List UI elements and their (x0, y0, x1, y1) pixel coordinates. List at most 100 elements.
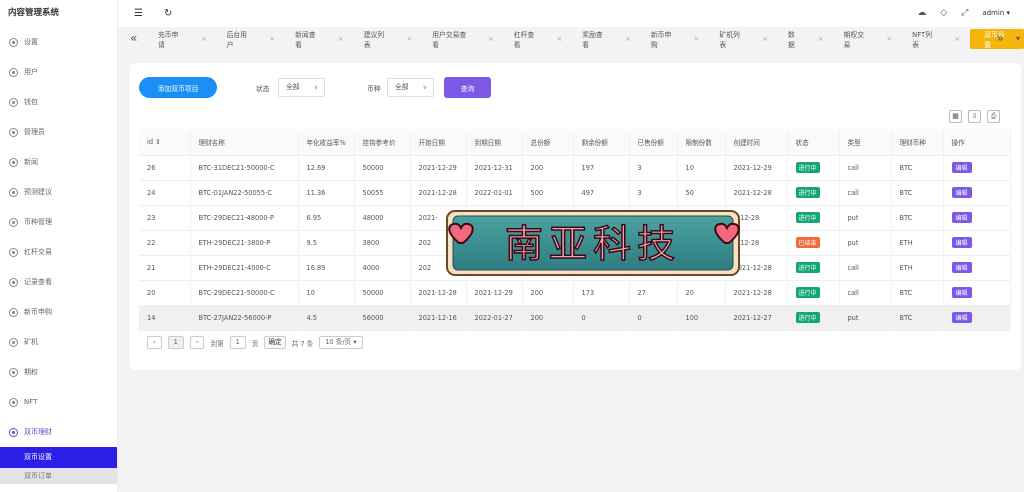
cell-type: call (839, 155, 892, 181)
tab[interactable]: 新币申购 × (641, 29, 710, 49)
next-page-icon[interactable]: › (189, 336, 205, 349)
status-select[interactable]: 全部 ∨ (278, 78, 325, 97)
cell-created: 2021-12-27 (725, 305, 788, 331)
cell-status: 进行中 (787, 280, 840, 306)
goto-page-input[interactable]: 1 (229, 336, 246, 349)
tab[interactable]: 矿机列表 × (709, 29, 778, 49)
cell-remain: 197 (573, 155, 630, 181)
sidebar-item[interactable]: 预测建议 (0, 177, 117, 207)
status-badge: 进行中 (795, 212, 820, 223)
close-icon[interactable]: × (269, 35, 275, 43)
column-header-label: 开始日期 (418, 138, 445, 147)
refresh-icon[interactable]: ↻ (164, 9, 172, 19)
theme-icon[interactable]: ☁ (917, 8, 926, 18)
cell-ref: 56000 (354, 305, 411, 331)
add-dual-coin-button[interactable]: 添加双币项目 (139, 77, 217, 98)
edit-button[interactable]: 编辑 (951, 237, 972, 248)
sidebar-item[interactable]: 杠杆交易 (0, 237, 117, 267)
sidebar-item[interactable]: 矿机 (0, 327, 117, 357)
cell-limit: 20 (677, 280, 726, 306)
tabs-next-icon[interactable]: » (997, 31, 1004, 45)
tab[interactable]: 充币申请 × (148, 29, 217, 49)
sidebar-item[interactable]: 新币申购 (0, 297, 117, 327)
chevron-down-icon: ∨ (422, 84, 427, 91)
tab[interactable]: NFT列表 × (902, 29, 970, 49)
menu-toggle-icon[interactable]: ☰ (134, 9, 143, 19)
prev-page-icon[interactable]: ‹ (147, 336, 162, 349)
sidebar-item[interactable]: 币种管理 (0, 207, 117, 237)
tab-label: 后台用户 (226, 31, 247, 49)
column-header: 年化收益率% (298, 129, 355, 156)
sidebar-item[interactable]: 期权 (0, 357, 117, 387)
user-name: admin (982, 9, 1005, 17)
close-icon[interactable]: × (625, 35, 631, 43)
column-header: 操作 (943, 129, 1011, 156)
cell-remain: 0 (573, 305, 630, 331)
close-icon[interactable]: × (954, 35, 960, 43)
close-icon[interactable]: × (818, 35, 824, 43)
coin-select[interactable]: 全部 ∨ (387, 78, 434, 97)
sidebar-item[interactable]: 记录查看 (0, 267, 117, 297)
close-icon[interactable]: × (488, 35, 494, 43)
cell-name: BTC-31DEC21-50000-C (190, 155, 299, 181)
sidebar-sub-item-dual-orders[interactable]: 双币订单 (0, 468, 117, 484)
goto-confirm-button[interactable]: 确定 (264, 336, 286, 349)
column-header: 到期日期 (466, 129, 523, 156)
sidebar-item[interactable]: 用户 (0, 57, 117, 87)
sidebar-item[interactable]: 双币理财 (0, 417, 117, 447)
cell-name: BTC-01JAN22-50055-C (190, 180, 299, 206)
cell-rate: 16.89 (298, 255, 355, 281)
sidebar-item[interactable]: 新闻 (0, 147, 117, 177)
edit-button[interactable]: 编辑 (951, 162, 972, 173)
sidebar-item[interactable]: 管理员 (0, 117, 117, 147)
tab[interactable]: 用户交易查看 × (422, 29, 503, 49)
sidebar-item[interactable]: 钱包 (0, 87, 117, 117)
cell-status: 进行中 (787, 255, 840, 281)
tab[interactable]: 新闻查看 × (285, 29, 354, 49)
close-icon[interactable]: × (694, 35, 700, 43)
close-icon[interactable]: × (762, 35, 768, 43)
sidebar-item-label: 期权 (24, 368, 38, 376)
close-icon[interactable]: × (556, 35, 562, 43)
close-icon[interactable]: × (338, 35, 344, 43)
edit-button[interactable]: 编辑 (951, 262, 972, 273)
tab[interactable]: 建议列表 × (354, 29, 423, 49)
close-icon[interactable]: × (406, 35, 412, 43)
column-header[interactable]: id ⇕ (139, 129, 191, 156)
tabs-prev-icon[interactable]: « (130, 31, 137, 45)
close-icon[interactable]: × (886, 35, 892, 43)
cell-rate: 12.69 (298, 155, 355, 181)
tag-icon[interactable]: ◇ (940, 8, 947, 18)
user-menu[interactable]: admin ▾ (982, 9, 1010, 17)
tab-label: 用户交易查看 (432, 31, 467, 49)
sort-icon[interactable]: ⇕ (155, 138, 161, 146)
sidebar-item[interactable]: NFT (0, 387, 117, 417)
tab[interactable]: 杠杆查看 × (504, 29, 573, 49)
tab-label: 矿机列表 (719, 31, 740, 49)
column-header: 理财名称 (190, 129, 299, 156)
close-icon[interactable]: × (201, 35, 207, 43)
edit-button[interactable]: 编辑 (951, 312, 972, 323)
query-button[interactable]: 查询 (444, 77, 491, 98)
tab[interactable]: 奖励查看 × (572, 29, 641, 49)
edit-button[interactable]: 编辑 (951, 212, 972, 223)
page-size-select[interactable]: 10 条/页 ▾ (319, 336, 363, 349)
print-icon[interactable]: ⎙ (987, 110, 1000, 123)
cell-id: 24 (139, 180, 191, 206)
sidebar-item[interactable]: 设置 (0, 27, 117, 57)
sidebar: 内容管理系统 设置 用户 钱包 管理员 新闻 预测建议 币种管理 杠杆交易 记录查看 新币申购 矿机… (0, 0, 118, 492)
tab[interactable]: 后台用户 × (217, 29, 286, 49)
sidebar-sub-item-dual-settings[interactable]: 双币设置 (0, 447, 117, 468)
edit-button[interactable]: 编辑 (951, 187, 972, 198)
cell-created: 2021-12-29 (725, 155, 788, 181)
tabs-dropdown-icon[interactable]: ▾ (1016, 34, 1020, 43)
cell-end: 2022-01-01 (466, 180, 523, 206)
tab[interactable]: 期权交易 × (834, 29, 903, 49)
fullscreen-icon[interactable]: ⤢ (961, 8, 968, 18)
tab[interactable]: 数据 × (778, 29, 834, 49)
edit-button[interactable]: 编辑 (951, 287, 972, 298)
current-page[interactable]: 1 (167, 336, 184, 349)
cell-name: ETH-29DEC21-4000-C (190, 255, 299, 281)
export-icon[interactable]: ⇩ (968, 110, 981, 123)
grid-view-icon[interactable]: ▦ (949, 110, 962, 123)
